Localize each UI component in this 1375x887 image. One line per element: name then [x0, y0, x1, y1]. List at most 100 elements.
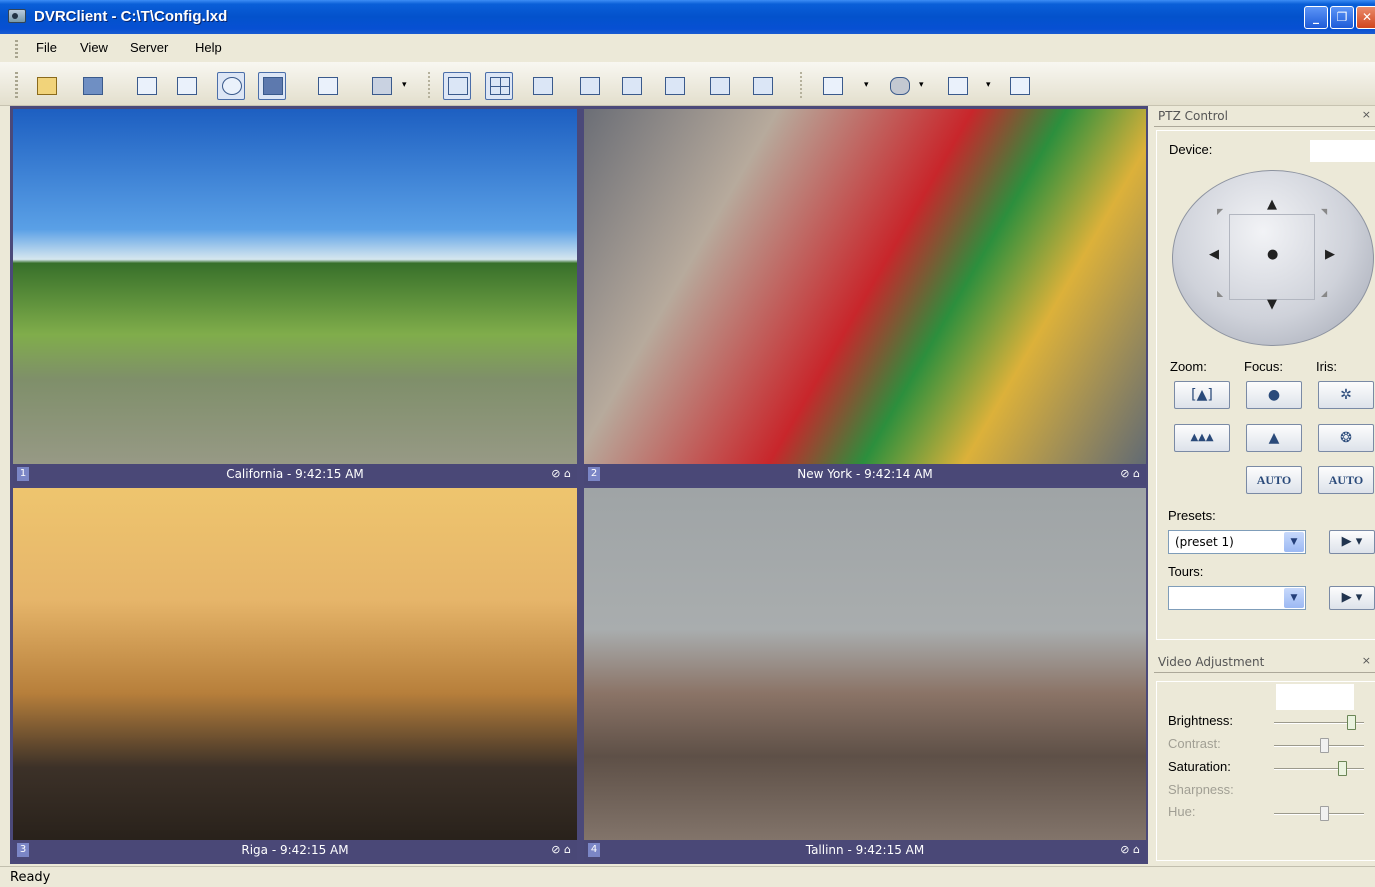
window-icon[interactable]: [1005, 72, 1033, 100]
zoom-in-button[interactable]: [▲]: [1174, 381, 1230, 409]
video-cell-4[interactable]: 4 Tallinn - 9:42:15 AM ⊘ ⌂: [584, 488, 1146, 861]
print-icon[interactable]: [367, 72, 395, 100]
iris-close-button[interactable]: ❂: [1318, 424, 1374, 452]
tour-play-button[interactable]: ▶ ▾: [1329, 586, 1375, 610]
layout-4x4-alt-button[interactable]: [748, 72, 776, 100]
focus-far-button[interactable]: ▲: [1246, 424, 1302, 452]
snapshot-dropdown[interactable]: ▾: [864, 80, 869, 90]
properties-icon[interactable]: [132, 72, 160, 100]
zoom-out-button[interactable]: ▲▲▲: [1174, 424, 1230, 452]
saturation-label: Saturation:: [1168, 759, 1231, 774]
pan-up-right-icon[interactable]: ◥: [1321, 207, 1327, 216]
motion-dropdown[interactable]: ▾: [986, 80, 991, 90]
menu-view[interactable]: View: [80, 40, 108, 55]
slider-thumb[interactable]: [1346, 715, 1356, 730]
title-bar: DVRClient - C:\T\Config.lxd _ ❐ ✕: [0, 0, 1375, 34]
video-caption-bar: 2 New York - 9:42:14 AM ⊘ ⌂: [584, 464, 1146, 485]
toolbar-separator: [428, 72, 430, 100]
fullscreen-icon[interactable]: [313, 72, 341, 100]
camera-label: Tallinn - 9:42:15 AM: [805, 843, 925, 857]
video-cell-2[interactable]: 2 New York - 9:42:14 AM ⊘ ⌂: [584, 109, 1146, 485]
snapshot-icon[interactable]: [818, 72, 846, 100]
open-folder-icon[interactable]: [32, 72, 60, 100]
layout-1-plus-5-button[interactable]: [617, 72, 645, 100]
pan-home-icon[interactable]: ●: [1267, 247, 1278, 262]
layout-3x3-button[interactable]: [528, 72, 556, 100]
camera-status-icons[interactable]: ⊘ ⌂: [551, 843, 571, 856]
zoom-label: Zoom:: [1170, 359, 1207, 374]
toolbar: ▾ ▾ ▾ ▾: [0, 62, 1375, 106]
layout-4x4-button[interactable]: [575, 72, 603, 100]
camera-status-icons[interactable]: ⊘ ⌂: [1120, 843, 1140, 856]
camera-label: Riga - 9:42:15 AM: [241, 843, 349, 857]
iris-open-button[interactable]: ✲: [1318, 381, 1374, 409]
tours-label: Tours:: [1168, 564, 1204, 579]
contrast-slider[interactable]: [1274, 738, 1364, 753]
focus-label: Focus:: [1244, 359, 1284, 374]
layout-1x1-button[interactable]: [443, 72, 471, 100]
sharpness-label: Sharpness:: [1168, 782, 1234, 797]
minimize-button[interactable]: _: [1304, 6, 1328, 29]
contrast-label: Contrast:: [1168, 736, 1221, 751]
preset-go-button[interactable]: ▶ ▾: [1329, 530, 1375, 554]
print-dropdown[interactable]: ▾: [402, 80, 407, 90]
video-cell-1[interactable]: 1 California - 9:42:15 AM ⊘ ⌂: [13, 109, 577, 485]
menu-help[interactable]: Help: [195, 40, 222, 55]
pan-right-arrow-icon[interactable]: ▶: [1325, 247, 1335, 262]
saturation-slider[interactable]: [1274, 761, 1364, 776]
focus-auto-button[interactable]: AUTO: [1246, 466, 1302, 494]
video-caption-bar: 3 Riga - 9:42:15 AM ⊘ ⌂: [13, 840, 577, 861]
ptz-joystick[interactable]: ▲ ▼ ◀ ▶ ● ◤ ◥ ◣ ◢: [1172, 170, 1374, 346]
iris-auto-button[interactable]: AUTO: [1318, 466, 1374, 494]
slider-thumb[interactable]: [1337, 761, 1347, 776]
video-cell-3[interactable]: 3 Riga - 9:42:15 AM ⊘ ⌂: [13, 488, 577, 861]
video-caption-bar: 4 Tallinn - 9:42:15 AM ⊘ ⌂: [584, 840, 1146, 861]
device-field[interactable]: [1310, 140, 1375, 162]
ptz-dropdown[interactable]: ▾: [919, 80, 924, 90]
pan-up-left-icon[interactable]: ◤: [1217, 207, 1223, 216]
side-panel: PTZ Control × Device: ▲ ▼ ◀ ▶ ● ◤ ◥ ◣ ◢ …: [1154, 106, 1375, 864]
close-button[interactable]: ✕: [1356, 6, 1375, 29]
preset-select[interactable]: (preset 1) ▼: [1168, 530, 1306, 554]
maximize-button[interactable]: ❐: [1330, 6, 1354, 29]
layout-1-plus-7-button[interactable]: [660, 72, 688, 100]
menu-file[interactable]: File: [36, 40, 57, 55]
layout-3x4-button[interactable]: [705, 72, 733, 100]
video-adjustment-device-field[interactable]: [1276, 684, 1354, 710]
save-icon[interactable]: [78, 72, 106, 100]
presets-label: Presets:: [1168, 508, 1216, 523]
device-label: Device:: [1169, 142, 1213, 157]
camera-status-icons[interactable]: ⊘ ⌂: [551, 467, 571, 480]
toolbar-separator: [800, 72, 802, 100]
focus-near-button[interactable]: ●: [1246, 381, 1302, 409]
video-adjustment-close-icon[interactable]: ×: [1362, 654, 1371, 667]
motion-icon[interactable]: [943, 72, 971, 100]
menu-server[interactable]: Server: [130, 40, 168, 55]
menu-grip[interactable]: [15, 40, 18, 58]
chevron-down-icon[interactable]: ▼: [1284, 588, 1304, 608]
menu-bar: File View Server Help: [0, 34, 1375, 62]
ptz-hand-icon[interactable]: [885, 72, 913, 100]
tour-select[interactable]: ▼: [1168, 586, 1306, 610]
playback-icon[interactable]: [258, 72, 286, 100]
brightness-slider[interactable]: [1274, 715, 1364, 730]
camera-status-icons[interactable]: ⊘ ⌂: [1120, 467, 1140, 480]
brightness-label: Brightness:: [1168, 713, 1234, 728]
window-title: DVRClient - C:\T\Config.lxd: [34, 8, 228, 25]
slider-thumb[interactable]: [1319, 806, 1329, 821]
layout-2x2-button[interactable]: [485, 72, 513, 100]
edit-icon[interactable]: [172, 72, 200, 100]
preset-select-value: (preset 1): [1175, 535, 1234, 549]
pan-down-right-icon[interactable]: ◢: [1321, 289, 1327, 298]
dvr-client-window: DVRClient - C:\T\Config.lxd _ ❐ ✕ File V…: [0, 0, 1375, 887]
ptz-close-icon[interactable]: ×: [1362, 108, 1371, 121]
pan-down-left-icon[interactable]: ◣: [1217, 289, 1223, 298]
toolbar-grip[interactable]: [15, 72, 18, 98]
slider-thumb[interactable]: [1319, 738, 1329, 753]
pan-down-arrow-icon[interactable]: ▼: [1267, 297, 1277, 312]
chevron-down-icon[interactable]: ▼: [1284, 532, 1304, 552]
record-icon[interactable]: [217, 72, 245, 100]
hue-slider[interactable]: [1274, 806, 1364, 821]
pan-left-arrow-icon[interactable]: ◀: [1209, 247, 1219, 262]
pan-up-arrow-icon[interactable]: ▲: [1267, 197, 1277, 212]
